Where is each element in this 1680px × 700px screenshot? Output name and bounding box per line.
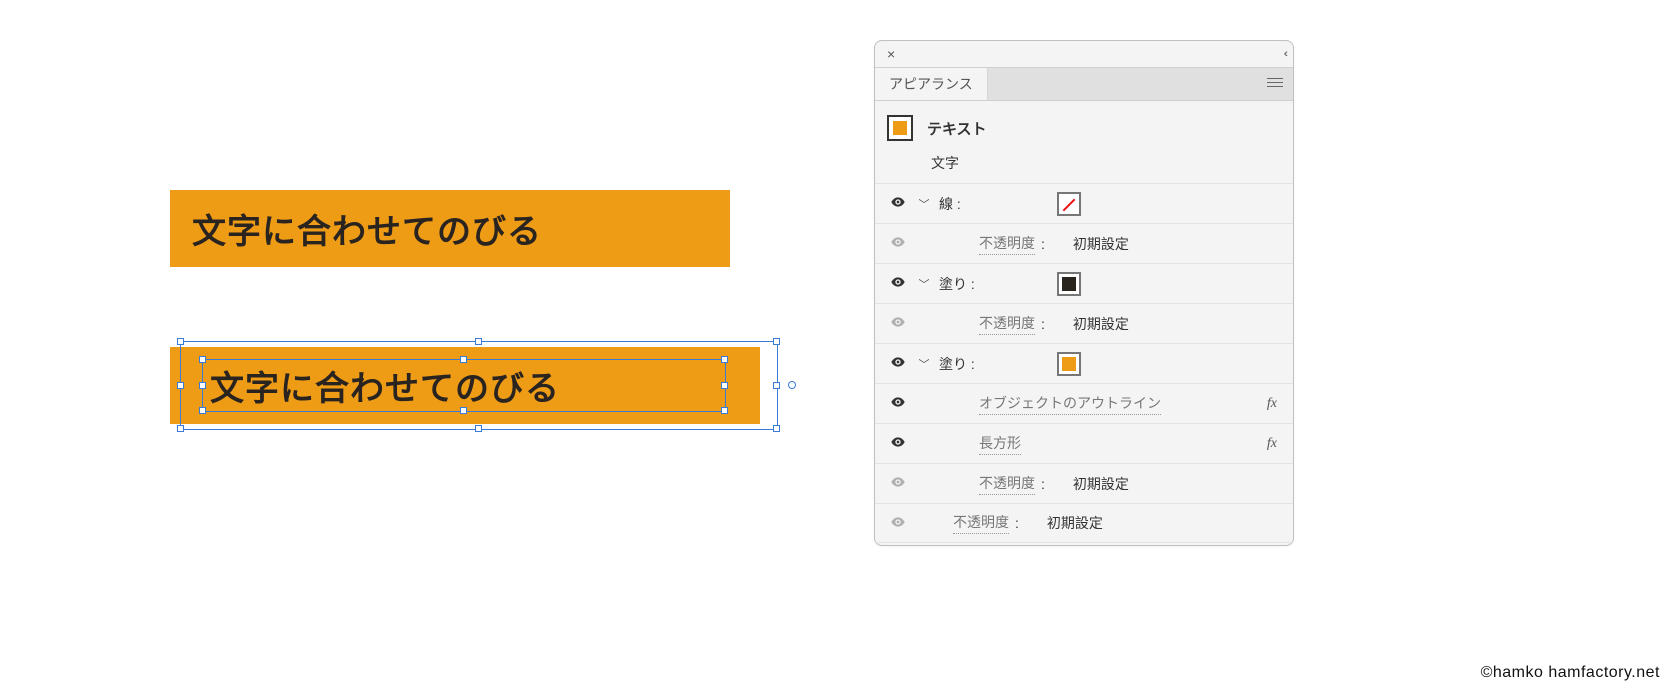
credit-text: ©hamko hamfactory.net xyxy=(1481,664,1660,682)
fill2-opacity-row[interactable]: 不透明度 : 初期設定 xyxy=(875,463,1293,503)
chevron-down-icon[interactable]: ﹀ xyxy=(915,276,933,292)
hamburger-icon xyxy=(1267,75,1283,90)
eye-icon xyxy=(890,394,906,410)
visibility-toggle[interactable] xyxy=(887,514,909,533)
resize-handle[interactable] xyxy=(773,338,780,345)
target-title: テキスト xyxy=(927,118,987,139)
eye-icon xyxy=(890,274,906,290)
fx-icon[interactable]: fx xyxy=(1267,396,1281,412)
opacity-value: 初期設定 xyxy=(1073,314,1129,334)
panel-titlebar[interactable]: × ‹‹ xyxy=(875,41,1293,67)
fill-swatch-black[interactable] xyxy=(1057,272,1081,296)
fill-label: 塗り : xyxy=(939,274,1005,294)
stroke-row[interactable]: ﹀ 線 : xyxy=(875,183,1293,223)
collapse-icon[interactable]: ‹‹ xyxy=(1284,48,1285,60)
resize-handle[interactable] xyxy=(475,338,482,345)
eye-icon xyxy=(890,434,906,450)
character-label: 文字 xyxy=(931,155,959,171)
visibility-toggle[interactable] xyxy=(887,434,909,453)
panel-menu-button[interactable] xyxy=(1257,75,1293,93)
effect-label: オブジェクトのアウトライン xyxy=(979,393,1161,415)
opacity-label: 不透明度 xyxy=(979,313,1035,335)
effect-label: 長方形 xyxy=(979,433,1021,455)
fill2-row[interactable]: ﹀ 塗り : xyxy=(875,343,1293,383)
opacity-value: 初期設定 xyxy=(1073,234,1129,254)
appearance-panel: × ‹‹ アピアランス テキスト 文字 ﹀ 線 : xyxy=(874,40,1294,546)
effect-outline-row[interactable]: オブジェクトのアウトライン fx xyxy=(875,383,1293,423)
resize-handle[interactable] xyxy=(475,425,482,432)
character-row[interactable]: 文字 xyxy=(875,145,1293,183)
tab-appearance[interactable]: アピアランス xyxy=(875,68,988,100)
fill-label: 塗り : xyxy=(939,354,1005,374)
text-port-handle[interactable] xyxy=(788,381,796,389)
fill1-row[interactable]: ﹀ 塗り : xyxy=(875,263,1293,303)
close-icon[interactable]: × xyxy=(883,44,899,64)
chevron-down-icon[interactable]: ﹀ xyxy=(915,356,933,372)
canvas-area: 文字に合わせてのびる 文字に合わせてのびる xyxy=(170,190,760,424)
fill-swatch-orange[interactable] xyxy=(1057,352,1081,376)
stroke-swatch-none[interactable] xyxy=(1057,192,1081,216)
overall-opacity-row[interactable]: 不透明度 : 初期設定 xyxy=(875,503,1293,543)
fill1-opacity-row[interactable]: 不透明度 : 初期設定 xyxy=(875,303,1293,343)
text-object-1[interactable]: 文字に合わせてのびる xyxy=(170,190,730,267)
opacity-label: 不透明度 xyxy=(979,233,1035,255)
appearance-target-row[interactable]: テキスト xyxy=(875,107,1293,145)
eye-icon xyxy=(890,354,906,370)
eye-icon xyxy=(890,474,906,490)
text-object-2-content: 文字に合わせてのびる xyxy=(210,370,560,408)
visibility-toggle[interactable] xyxy=(887,394,909,413)
eye-icon xyxy=(890,234,906,250)
opacity-label: 不透明度 xyxy=(953,512,1009,534)
eye-icon xyxy=(890,514,906,530)
resize-handle[interactable] xyxy=(177,338,184,345)
opacity-value: 初期設定 xyxy=(1073,474,1129,494)
visibility-toggle[interactable] xyxy=(887,234,909,253)
opacity-value: 初期設定 xyxy=(1047,513,1103,533)
visibility-toggle[interactable] xyxy=(887,474,909,493)
eye-icon xyxy=(890,314,906,330)
panel-body: テキスト 文字 ﹀ 線 : 不透明度 : 初期設定 ﹀ xyxy=(875,101,1293,543)
chevron-down-icon[interactable]: ﹀ xyxy=(915,196,933,212)
tab-label: アピアランス xyxy=(889,74,973,94)
effect-rectangle-row[interactable]: 長方形 fx xyxy=(875,423,1293,463)
text-object-1-content: 文字に合わせてのびる xyxy=(192,213,542,251)
visibility-toggle[interactable] xyxy=(887,274,909,293)
resize-handle[interactable] xyxy=(773,425,780,432)
visibility-toggle[interactable] xyxy=(887,354,909,373)
text-object-2-wrap: 文字に合わせてのびる xyxy=(170,347,760,424)
target-thumbnail xyxy=(887,115,913,141)
resize-handle[interactable] xyxy=(177,425,184,432)
text-object-2[interactable]: 文字に合わせてのびる xyxy=(170,347,760,424)
resize-handle[interactable] xyxy=(773,382,780,389)
visibility-toggle[interactable] xyxy=(887,194,909,213)
stroke-label: 線 : xyxy=(939,194,1005,214)
opacity-label: 不透明度 xyxy=(979,473,1035,495)
fx-icon[interactable]: fx xyxy=(1267,436,1281,452)
visibility-toggle[interactable] xyxy=(887,314,909,333)
stroke-opacity-row[interactable]: 不透明度 : 初期設定 xyxy=(875,223,1293,263)
eye-icon xyxy=(890,194,906,210)
panel-tabs: アピアランス xyxy=(875,67,1293,101)
